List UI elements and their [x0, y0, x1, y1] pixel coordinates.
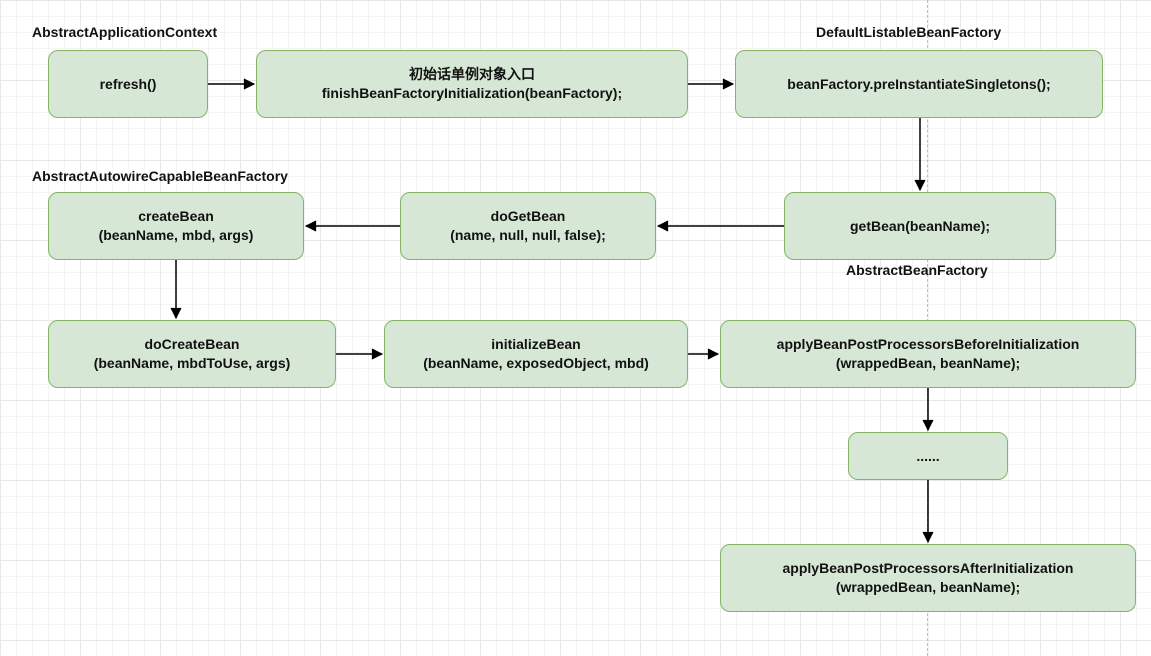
- node-finish-bean-factory-init-line1: 初始话单例对象入口: [409, 65, 535, 84]
- node-initialize-bean-line1: initializeBean: [491, 335, 580, 354]
- node-apply-after-init: applyBeanPostProcessorsAfterInitializati…: [720, 544, 1136, 612]
- node-get-bean-line1: getBean(beanName);: [850, 217, 990, 236]
- node-create-bean-line1: createBean: [138, 207, 214, 226]
- label-abstract-bean-factory: AbstractBeanFactory: [846, 262, 988, 278]
- node-do-get-bean: doGetBean (name, null, null, false);: [400, 192, 656, 260]
- node-get-bean: getBean(beanName);: [784, 192, 1056, 260]
- label-default-listable-bean-factory: DefaultListableBeanFactory: [816, 24, 1001, 40]
- node-preinstantiate-singletons-line1: beanFactory.preInstantiateSingletons();: [787, 75, 1050, 94]
- node-do-create-bean-line1: doCreateBean: [145, 335, 240, 354]
- node-do-create-bean: doCreateBean (beanName, mbdToUse, args): [48, 320, 336, 388]
- node-apply-before-init: applyBeanPostProcessorsBeforeInitializat…: [720, 320, 1136, 388]
- node-finish-bean-factory-init: 初始话单例对象入口 finishBeanFactoryInitializatio…: [256, 50, 688, 118]
- node-refresh: refresh(): [48, 50, 208, 118]
- node-preinstantiate-singletons: beanFactory.preInstantiateSingletons();: [735, 50, 1103, 118]
- node-refresh-line1: refresh(): [100, 75, 157, 94]
- node-ellipsis-line1: ......: [916, 447, 939, 466]
- node-apply-before-init-line1: applyBeanPostProcessorsBeforeInitializat…: [777, 335, 1080, 354]
- node-do-create-bean-line2: (beanName, mbdToUse, args): [94, 354, 291, 373]
- node-do-get-bean-line2: (name, null, null, false);: [450, 226, 606, 245]
- node-initialize-bean-line2: (beanName, exposedObject, mbd): [423, 354, 649, 373]
- node-create-bean-line2: (beanName, mbd, args): [99, 226, 254, 245]
- node-ellipsis: ......: [848, 432, 1008, 480]
- node-do-get-bean-line1: doGetBean: [491, 207, 566, 226]
- node-finish-bean-factory-init-line2: finishBeanFactoryInitialization(beanFact…: [322, 84, 622, 103]
- node-initialize-bean: initializeBean (beanName, exposedObject,…: [384, 320, 688, 388]
- node-create-bean: createBean (beanName, mbd, args): [48, 192, 304, 260]
- node-apply-after-init-line1: applyBeanPostProcessorsAfterInitializati…: [783, 559, 1074, 578]
- label-abstract-autowire-capable-bean-factory: AbstractAutowireCapableBeanFactory: [32, 168, 288, 184]
- node-apply-before-init-line2: (wrappedBean, beanName);: [836, 354, 1020, 373]
- node-apply-after-init-line2: (wrappedBean, beanName);: [836, 578, 1020, 597]
- label-abstract-application-context: AbstractApplicationContext: [32, 24, 217, 40]
